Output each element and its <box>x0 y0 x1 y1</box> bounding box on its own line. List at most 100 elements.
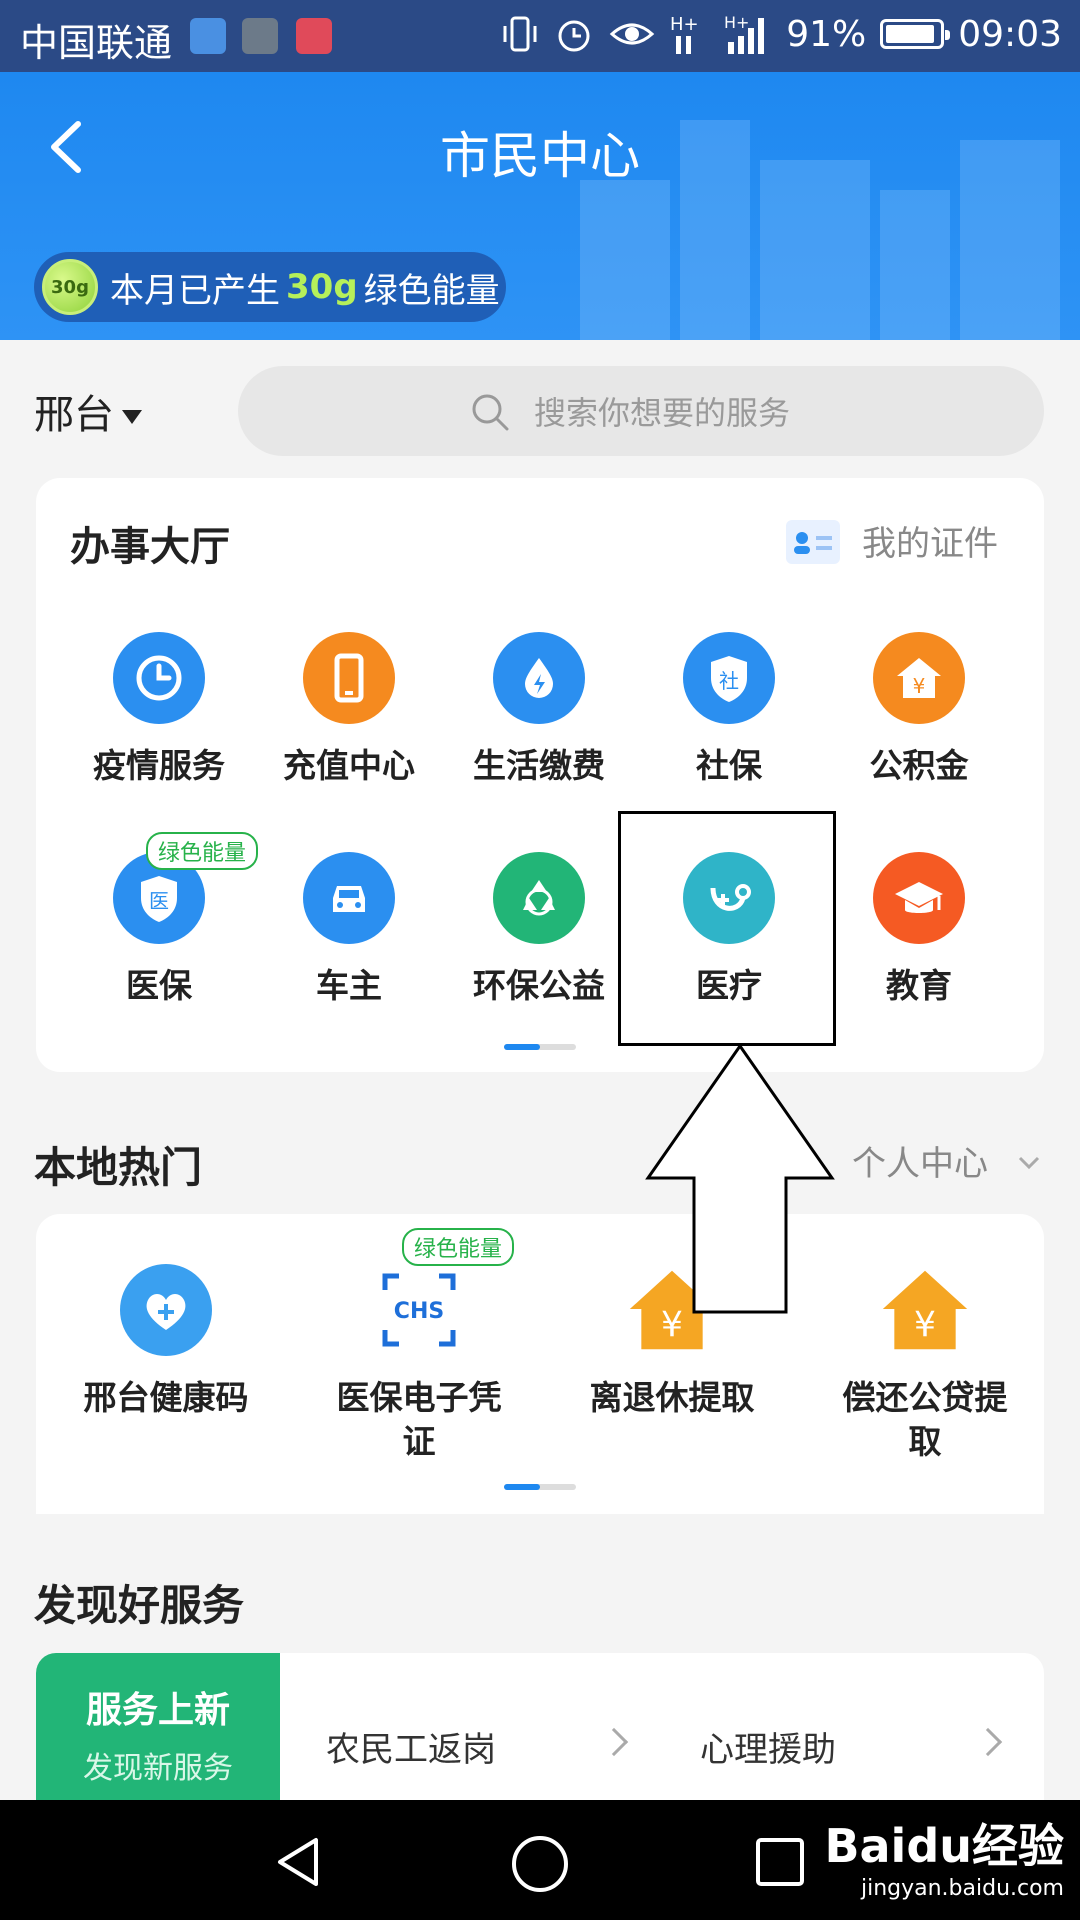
hot-label-line2: 取 <box>908 1422 942 1461</box>
service-eco-charity[interactable]: 环保公益 <box>444 852 634 1008</box>
service-car-owner[interactable]: 车主 <box>254 852 444 1008</box>
graduation-cap-icon <box>873 852 965 944</box>
svg-text:H+: H+ <box>724 13 749 32</box>
signal-bars-icon: H+ <box>724 13 765 54</box>
recycle-icon <box>493 852 585 944</box>
service-housing-fund[interactable]: ¥ 公积金 <box>824 632 1014 788</box>
header-banner: 市民中心 30g 本月已产生 30g 绿色能量 <box>0 72 1080 340</box>
city-label: 邢台 <box>34 392 114 438</box>
service-label: 环保公益 <box>473 966 605 1005</box>
battery-icon <box>880 19 951 49</box>
shield-glyph: 社 <box>719 669 739 693</box>
heart-plus-icon <box>120 1264 212 1356</box>
signal-hplus-icon: H+ <box>670 14 699 54</box>
car-icon <box>303 852 395 944</box>
discover-title: 发现好服务 <box>34 1581 245 1630</box>
nav-back-icon[interactable] <box>270 1834 326 1890</box>
search-icon <box>472 394 509 431</box>
battery-level <box>886 25 934 43</box>
service-recharge[interactable]: 充值中心 <box>254 632 444 788</box>
pager-active-dot <box>504 1484 540 1490</box>
hall-title: 办事大厅 <box>70 524 230 570</box>
service-label: 充值中心 <box>283 746 415 785</box>
hot-label-line1: 医保电子凭 <box>336 1378 502 1417</box>
service-label: 生活缴费 <box>473 746 605 785</box>
clock-refresh-icon <box>113 632 205 724</box>
pager-active-dot <box>504 1044 540 1050</box>
clock: 09:03 <box>958 13 1062 55</box>
hot-medical-voucher[interactable]: CHS 医保电子凭 证 <box>319 1264 519 1464</box>
service-medical-insurance[interactable]: 医 医保 <box>64 852 254 1008</box>
discover-item-psych-aid[interactable]: 心理援助 <box>700 1722 836 1771</box>
nav-recents-icon[interactable] <box>754 1836 806 1888</box>
watermark-line2: jingyan.baidu.com <box>860 1876 1064 1901</box>
battery-percent: 91% <box>786 13 867 55</box>
annotation-arrow-icon <box>645 1043 835 1314</box>
baidu-watermark: Baidu经验 jingyan.baidu.com <box>824 1810 1064 1901</box>
local-hot-card: 邢台健康码 CHS 医保电子凭 证 绿色能量 ¥ 离退休提取 ¥ 偿还公贷提 取 <box>36 1214 1044 1514</box>
energy-ball-icon: 30g <box>42 259 98 315</box>
house-glyph: ¥ <box>913 674 926 698</box>
new-services-sub: 发现新服务 <box>83 1751 233 1786</box>
chs-glyph: CHS <box>394 1299 444 1324</box>
house-yuan-icon: ¥ <box>873 632 965 724</box>
nav-home-icon[interactable] <box>510 1834 570 1894</box>
green-energy-pill[interactable]: 30g 本月已产生 30g 绿色能量 <box>34 252 506 322</box>
hot-label-line1: 偿还公贷提 <box>842 1378 1008 1417</box>
service-education[interactable]: 教育 <box>824 852 1014 1008</box>
local-hot-title: 本地热门 <box>34 1143 203 1192</box>
energy-suffix: 绿色能量 <box>363 270 500 311</box>
service-label: 医保 <box>126 966 192 1005</box>
shield-she-icon: 社 <box>683 632 775 724</box>
service-utilities[interactable]: 生活缴费 <box>444 632 634 788</box>
new-services-title: 服务上新 <box>85 1690 230 1731</box>
service-label: 教育 <box>886 966 952 1005</box>
my-certificates-link[interactable]: 我的证件 <box>862 516 998 565</box>
service-social-security[interactable]: 社 社保 <box>634 632 824 788</box>
eye-icon <box>609 23 655 45</box>
city-selector[interactable]: 邢台 <box>34 382 142 440</box>
green-energy-badge: 绿色能量 <box>402 1228 515 1266</box>
house-glyph: ¥ <box>914 1305 936 1345</box>
service-label: 公积金 <box>869 746 969 785</box>
hot-health-code[interactable]: 邢台健康码 <box>66 1264 266 1420</box>
search-placeholder: 搜索你想要的服务 <box>534 394 791 432</box>
chevron-down-icon[interactable] <box>1016 1150 1042 1176</box>
page-title: 市民中心 <box>440 127 640 185</box>
discover-item-migrant-workers[interactable]: 农民工返岗 <box>326 1722 496 1771</box>
alarm-icon <box>558 20 590 52</box>
service-label: 车主 <box>316 966 382 1005</box>
personal-center-link[interactable]: 个人中心 <box>852 1136 988 1185</box>
chs-scan-icon: CHS <box>373 1264 465 1356</box>
id-card-icon <box>786 520 840 564</box>
system-nav-bar: Baidu经验 jingyan.baidu.com <box>0 1800 1080 1920</box>
service-hall-card: 办事大厅 我的证件 疫情服务 充值中心 生活缴费 社 社保 ¥ 公积金 医 医保… <box>36 478 1044 1072</box>
hot-label-line2: 证 <box>402 1422 436 1461</box>
service-label: 社保 <box>696 746 762 785</box>
health-app-icon <box>190 18 226 54</box>
energy-amount: 30g <box>286 267 358 307</box>
skyline-building <box>580 180 670 340</box>
green-energy-badge: 绿色能量 <box>146 832 259 870</box>
hot-label: 邢台健康码 <box>83 1378 249 1417</box>
cloud-app-icon <box>296 18 332 54</box>
energy-prefix: 本月已产生 <box>110 270 280 311</box>
hot-loan-repay-withdraw[interactable]: ¥ 偿还公贷提 取 <box>825 1264 1025 1464</box>
status-bar: 中国联通 H+ H+ 91% 09:03 <box>0 0 1080 72</box>
water-bolt-icon <box>493 632 585 724</box>
search-bar[interactable]: 搜索你想要的服务 <box>238 366 1044 456</box>
new-services-block[interactable]: 服务上新 发现新服务 <box>36 1653 280 1823</box>
dropdown-triangle-icon <box>122 410 142 424</box>
svg-text:H+: H+ <box>670 14 699 35</box>
service-epidemic[interactable]: 疫情服务 <box>64 632 254 788</box>
watermark-line1: Baidu经验 <box>824 1819 1064 1873</box>
vibrate-icon <box>503 16 537 52</box>
house-yuan-icon: ¥ <box>879 1264 971 1356</box>
skyline-building <box>880 190 950 340</box>
service-label: 疫情服务 <box>93 746 225 785</box>
highlight-box <box>618 811 836 1046</box>
hall-pager <box>504 1044 576 1050</box>
carrier-label: 中国联通 <box>20 21 173 65</box>
phone-icon <box>303 632 395 724</box>
hot-label: 离退休提取 <box>589 1378 755 1417</box>
